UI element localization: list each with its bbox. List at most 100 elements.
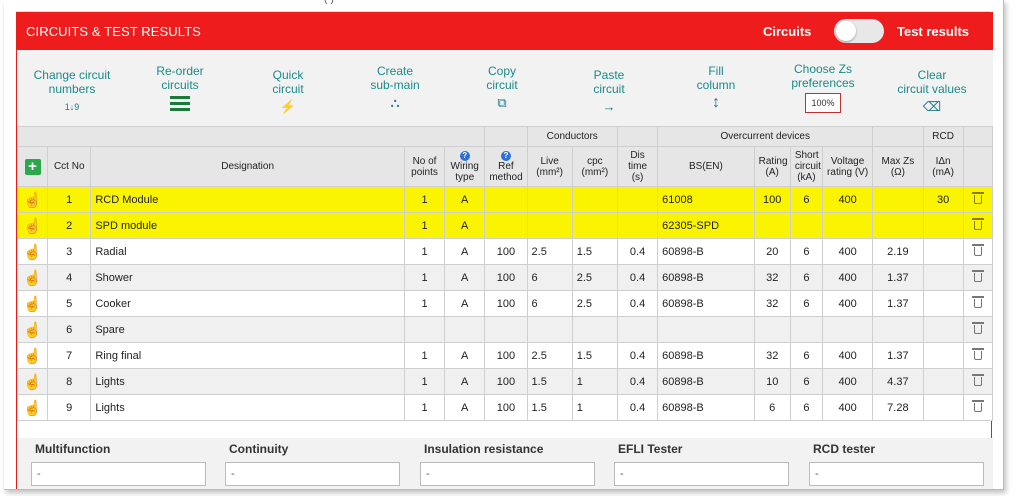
max-zs-cell[interactable] [872,186,924,213]
points-cell[interactable]: 1 [403,368,446,395]
voltage-rating-cell[interactable]: 400 [821,290,874,317]
designation-cell[interactable]: Ring final [90,342,405,369]
cct-no-cell[interactable]: 8 [47,368,92,395]
max-zs-cell[interactable]: 1.37 [872,264,924,291]
bs-en-cell[interactable]: 60898-B [657,238,755,265]
quick-circuit-button[interactable]: Quick circuit ⚡ [233,68,343,115]
short-circuit-cell[interactable]: 6 [789,368,823,395]
cct-no-cell[interactable]: 7 [47,342,92,369]
wiring-type-cell[interactable] [444,316,486,343]
bs-en-cell[interactable]: 62305-SPD [657,212,755,239]
max-zs-cell[interactable]: 2.19 [872,238,924,265]
rating-cell[interactable]: 32 [753,264,791,291]
ref-method-cell[interactable] [484,212,528,239]
hand-pointer-icon[interactable]: ☝ [23,348,42,365]
efli-tester-input[interactable] [614,462,789,486]
live-cell[interactable]: 2.5 [526,238,573,265]
bs-en-cell[interactable]: 60898-B [657,264,755,291]
reorder-circuits-button[interactable]: Re-order circuits [125,64,235,114]
wiring-type-cell[interactable]: A [444,238,486,265]
short-circuit-cell[interactable]: 6 [789,290,823,317]
bs-en-cell[interactable] [657,316,755,343]
hand-pointer-icon[interactable]: ☝ [23,322,42,339]
max-zs-cell[interactable]: 1.37 [872,342,924,369]
dis-time-cell[interactable] [616,316,659,343]
voltage-rating-cell[interactable]: 400 [821,186,874,213]
voltage-rating-cell[interactable] [821,316,874,343]
rating-cell[interactable]: 10 [753,368,791,395]
circuit-row[interactable]: ☝ 1 RCD Module 1 A 61008 100 6 400 30 [16,186,994,213]
idn-cell[interactable] [922,212,964,239]
points-cell[interactable]: 1 [403,238,446,265]
idn-cell[interactable] [922,316,964,343]
cct-no-cell[interactable]: 2 [47,212,92,239]
ref-method-cell[interactable]: 100 [484,290,528,317]
trash-icon[interactable] [971,244,984,256]
live-cell[interactable]: 6 [526,264,573,291]
rating-cell[interactable] [753,212,791,239]
max-zs-cell[interactable]: 4.37 [872,368,924,395]
wiring-type-cell[interactable]: A [444,290,486,317]
trash-icon[interactable] [971,400,984,412]
short-circuit-cell[interactable]: 6 [789,394,823,421]
continuity-input[interactable] [225,462,400,486]
ref-method-cell[interactable]: 100 [484,238,528,265]
wiring-type-cell[interactable]: A [444,368,486,395]
designation-cell[interactable]: RCD Module [90,186,405,213]
points-cell[interactable]: 1 [403,290,446,317]
voltage-rating-cell[interactable]: 400 [821,264,874,291]
cct-no-cell[interactable]: 9 [47,394,92,421]
bs-en-cell[interactable]: 60898-B [657,290,755,317]
hand-pointer-icon[interactable]: ☝ [23,374,42,391]
toggle-test-results-label[interactable]: Test results [897,24,969,39]
view-toggle-switch[interactable] [834,19,884,43]
short-circuit-cell[interactable]: 6 [789,238,823,265]
bs-en-cell[interactable]: 60898-B [657,394,755,421]
dis-time-cell[interactable]: 0.4 [616,238,659,265]
cpc-cell[interactable]: 1.5 [571,342,618,369]
trash-icon[interactable] [971,296,984,308]
choose-zs-preferences-button[interactable]: Choose Zs preferences 100% [768,62,878,113]
points-cell[interactable]: 1 [403,186,446,213]
trash-icon[interactable] [971,322,984,334]
circuit-row[interactable]: ☝ 4 Shower 1 A 100 6 2.5 0.4 60898-B 32 6 400 1.37 [16,264,994,291]
cpc-cell[interactable]: 2.5 [571,264,618,291]
circuit-row[interactable]: ☝ 2 SPD module 1 A 62305-SPD [16,212,994,239]
live-cell[interactable]: 2.5 [526,342,573,369]
cpc-cell[interactable] [571,212,618,239]
hand-pointer-icon[interactable]: ☝ [23,400,42,417]
cct-no-cell[interactable]: 5 [47,290,92,317]
bs-en-cell[interactable]: 60898-B [657,368,755,395]
designation-cell[interactable]: Radial [90,238,405,265]
live-cell[interactable]: 6 [526,290,573,317]
cpc-cell[interactable] [571,186,618,213]
dis-time-cell[interactable] [616,212,659,239]
trash-icon[interactable] [971,192,984,204]
circuit-row[interactable]: ☝ 5 Cooker 1 A 100 6 2.5 0.4 60898-B 32 6 400 1.37 [16,290,994,317]
create-sub-main-button[interactable]: Create sub-main ⛬ [340,64,450,111]
wiring-type-cell[interactable]: A [444,342,486,369]
designation-cell[interactable]: Lights [90,394,405,421]
cpc-cell[interactable]: 1 [571,394,618,421]
idn-cell[interactable] [922,238,964,265]
dis-time-cell[interactable] [616,186,659,213]
help-icon[interactable]: ? [459,151,470,161]
live-cell[interactable] [526,186,573,213]
idn-cell[interactable] [922,342,964,369]
multifunction-input[interactable] [31,462,206,486]
cpc-cell[interactable]: 2.5 [571,290,618,317]
designation-cell[interactable]: Lights [90,368,405,395]
hand-pointer-icon[interactable]: ☝ [23,244,42,261]
ref-method-cell[interactable]: 100 [484,264,528,291]
idn-cell[interactable]: 30 [922,186,964,213]
max-zs-cell[interactable] [872,316,924,343]
ref-method-cell[interactable]: 100 [484,368,528,395]
dis-time-cell[interactable]: 0.4 [616,264,659,291]
idn-cell[interactable] [922,368,964,395]
dis-time-cell[interactable]: 0.4 [616,394,659,421]
circuit-row[interactable]: ☝ 6 Spare [16,316,994,343]
live-cell[interactable]: 1.5 [526,394,573,421]
rating-cell[interactable]: 6 [753,394,791,421]
points-cell[interactable]: 1 [403,264,446,291]
trash-icon[interactable] [971,218,984,230]
